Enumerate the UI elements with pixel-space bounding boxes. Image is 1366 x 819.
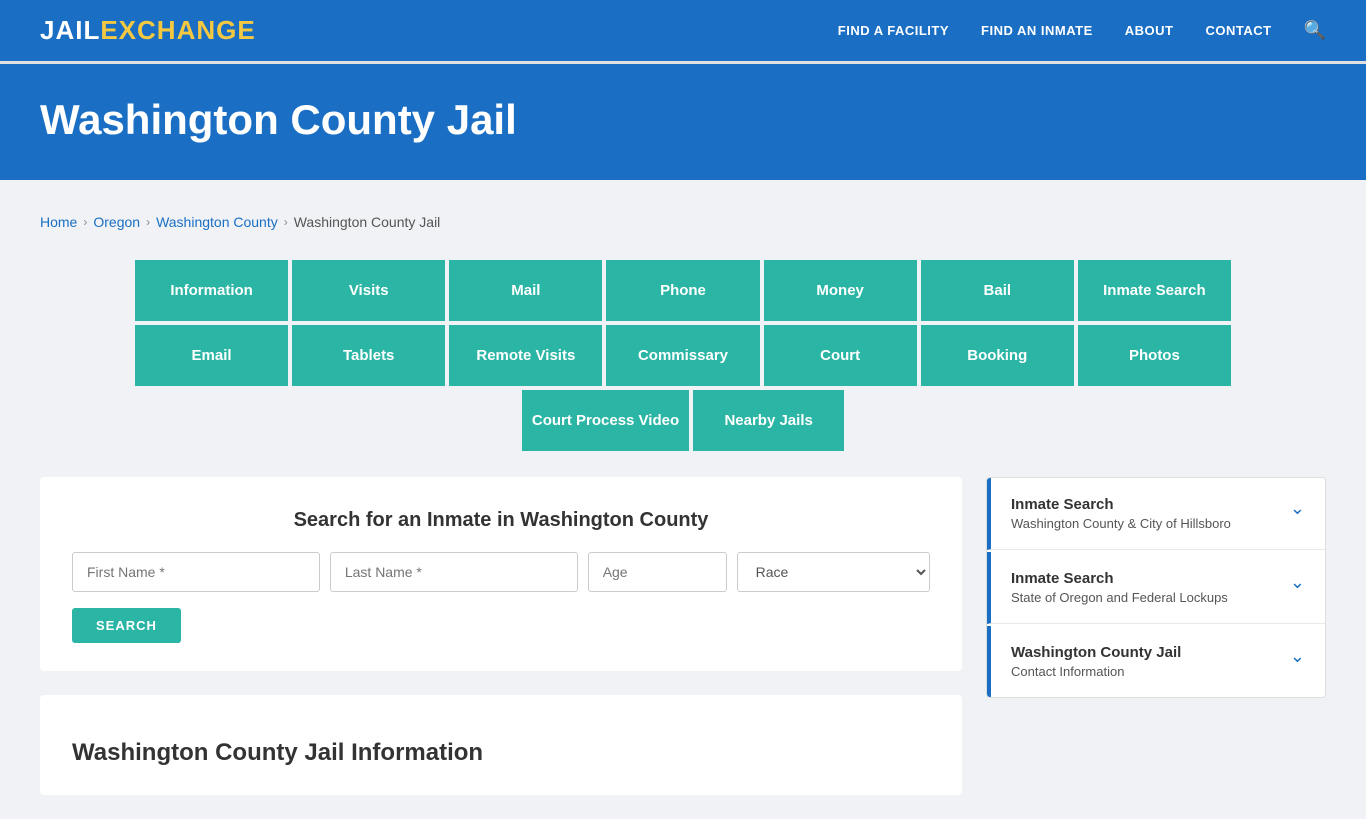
sidebar-item-sub-2: State of Oregon and Federal Lockups: [1011, 590, 1228, 605]
search-icon[interactable]: 🔍: [1304, 20, 1326, 41]
sidebar-item-sub-3: Contact Information: [1011, 664, 1181, 679]
nav-find-facility[interactable]: FIND A FACILITY: [838, 23, 949, 38]
search-inputs: Race White Black Hispanic Asian Other: [72, 552, 930, 592]
logo-jail: JAIL: [40, 15, 100, 46]
content-area: Home › Oregon › Washington County › Wash…: [0, 180, 1366, 819]
first-name-input[interactable]: [72, 552, 320, 592]
last-name-input[interactable]: [330, 552, 578, 592]
sidebar-item-label-2: Inmate Search: [1011, 570, 1228, 587]
page-title: Washington County Jail: [40, 96, 1326, 144]
search-box-title: Search for an Inmate in Washington Count…: [72, 509, 930, 532]
btn-mail[interactable]: Mail: [447, 258, 604, 323]
nav-contact[interactable]: CONTACT: [1205, 23, 1271, 38]
btn-court-process-video[interactable]: Court Process Video: [520, 388, 691, 453]
breadcrumb-washington-county[interactable]: Washington County: [156, 214, 278, 230]
btn-court[interactable]: Court: [762, 323, 919, 388]
sidebar: Inmate Search Washington County & City o…: [986, 477, 1326, 698]
breadcrumb-oregon[interactable]: Oregon: [93, 214, 140, 230]
section-title: Washington County Jail Information: [72, 715, 930, 775]
nav-find-inmate[interactable]: FIND AN INMATE: [981, 23, 1093, 38]
nav-buttons-row1: Information Visits Mail Phone Money Bail…: [133, 258, 1233, 323]
chevron-down-icon-3: ⌄: [1290, 646, 1305, 667]
btn-tablets[interactable]: Tablets: [290, 323, 447, 388]
age-input[interactable]: [588, 552, 727, 592]
inmate-search-box: Search for an Inmate in Washington Count…: [40, 477, 962, 671]
btn-booking[interactable]: Booking: [919, 323, 1076, 388]
btn-nearby-jails[interactable]: Nearby Jails: [691, 388, 846, 453]
btn-email[interactable]: Email: [133, 323, 290, 388]
btn-visits[interactable]: Visits: [290, 258, 447, 323]
info-section: Washington County Jail Information: [40, 695, 962, 795]
nav-buttons-row3: Court Process Video Nearby Jails: [133, 388, 1233, 453]
btn-remote-visits[interactable]: Remote Visits: [447, 323, 604, 388]
sidebar-item-label-1: Inmate Search: [1011, 496, 1231, 513]
chevron-down-icon-2: ⌄: [1290, 572, 1305, 593]
btn-commissary[interactable]: Commissary: [604, 323, 761, 388]
sidebar-item-sub-1: Washington County & City of Hillsboro: [1011, 516, 1231, 531]
sidebar-item-inmate-search-2[interactable]: Inmate Search State of Oregon and Federa…: [987, 552, 1325, 624]
main-nav: FIND A FACILITY FIND AN INMATE ABOUT CON…: [838, 20, 1326, 41]
search-button[interactable]: SEARCH: [72, 608, 181, 643]
breadcrumb-sep-3: ›: [284, 215, 288, 229]
breadcrumb: Home › Oregon › Washington County › Wash…: [40, 200, 1326, 248]
logo-exchange: EXCHANGE: [100, 15, 255, 46]
btn-phone[interactable]: Phone: [604, 258, 761, 323]
btn-information[interactable]: Information: [133, 258, 290, 323]
nav-buttons-section: Information Visits Mail Phone Money Bail…: [40, 258, 1326, 453]
sidebar-item-inmate-search-1[interactable]: Inmate Search Washington County & City o…: [987, 478, 1325, 550]
btn-inmate-search[interactable]: Inmate Search: [1076, 258, 1233, 323]
race-select[interactable]: Race White Black Hispanic Asian Other: [737, 552, 930, 592]
breadcrumb-sep-1: ›: [83, 215, 87, 229]
sidebar-item-label-3: Washington County Jail: [1011, 644, 1181, 661]
nav-about[interactable]: ABOUT: [1125, 23, 1174, 38]
site-header: JAIL EXCHANGE FIND A FACILITY FIND AN IN…: [0, 0, 1366, 64]
chevron-down-icon-1: ⌄: [1290, 498, 1305, 519]
breadcrumb-sep-2: ›: [146, 215, 150, 229]
breadcrumb-current: Washington County Jail: [294, 214, 441, 230]
hero-banner: Washington County Jail: [0, 64, 1366, 180]
btn-photos[interactable]: Photos: [1076, 323, 1233, 388]
btn-money[interactable]: Money: [762, 258, 919, 323]
sidebar-item-contact-info[interactable]: Washington County Jail Contact Informati…: [987, 626, 1325, 697]
btn-bail[interactable]: Bail: [919, 258, 1076, 323]
logo[interactable]: JAIL EXCHANGE: [40, 15, 256, 46]
nav-buttons-row2: Email Tablets Remote Visits Commissary C…: [133, 323, 1233, 388]
breadcrumb-home[interactable]: Home: [40, 214, 77, 230]
